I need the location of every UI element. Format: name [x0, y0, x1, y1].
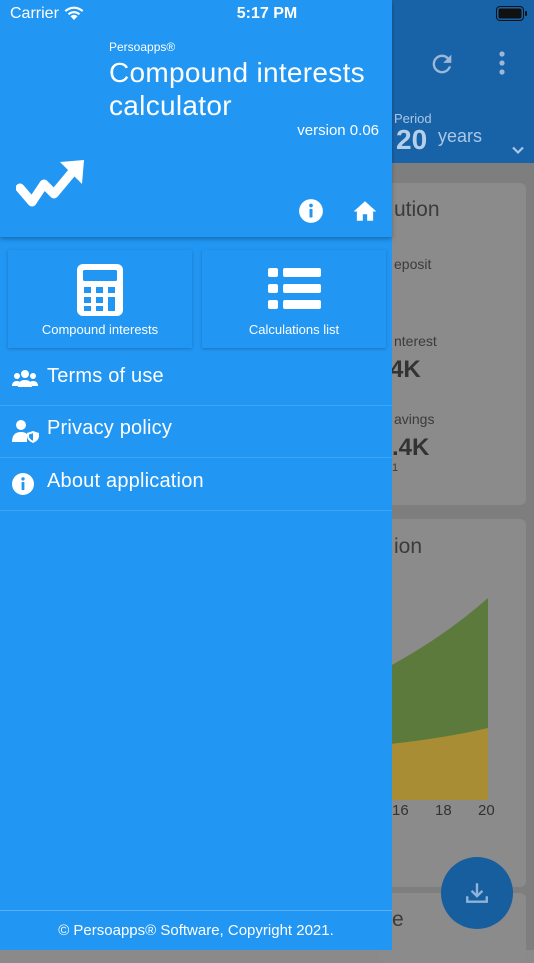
period-unit: years	[438, 126, 483, 146]
download-icon	[466, 883, 488, 903]
chevron-down-icon	[512, 146, 524, 155]
user-shield-icon	[12, 420, 39, 443]
battery-icon	[496, 6, 527, 21]
app-title-line: calculator	[109, 90, 232, 121]
menu-item-about-application[interactable]: About application	[0, 458, 392, 511]
background-card-label: avings	[394, 411, 435, 427]
version-label: version 0.06	[297, 122, 379, 139]
menu-label: Terms of use	[47, 365, 164, 387]
menu-item-privacy-policy[interactable]: Privacy policy	[0, 405, 392, 458]
status-bar: Carrier 5:17 PM	[0, 0, 534, 30]
axis-tick: 18	[435, 802, 452, 819]
app-title-line: Compound interests	[109, 57, 365, 88]
info-icon	[12, 473, 34, 495]
download-fab[interactable]	[441, 857, 513, 929]
background-card-title: e	[392, 908, 404, 931]
background-card-title: ion	[394, 535, 423, 558]
background-card-value: .4K	[392, 434, 430, 461]
list-icon	[268, 268, 321, 309]
copyright-text: © Persoapps® Software, Copyright 2021.	[58, 922, 334, 939]
info-icon-button[interactable]	[298, 198, 324, 224]
refresh-icon	[432, 54, 452, 74]
compound-interests-tile[interactable]: Compound interests	[8, 250, 192, 348]
tile-label: Calculations list	[248, 322, 340, 337]
background-card-label: nterest	[394, 333, 437, 349]
navigation-drawer: Persoapps® Compound interests calculator…	[0, 0, 392, 950]
axis-tick: 16	[392, 802, 409, 819]
drawer-footer: © Persoapps® Software, Copyright 2021.	[0, 910, 392, 951]
home-icon-button[interactable]	[352, 198, 378, 224]
status-time: 5:17 PM	[236, 5, 298, 22]
calculations-list-tile[interactable]: Calculations list	[202, 250, 386, 348]
background-card-subvalue: 1	[392, 462, 399, 474]
background-card-title: ution	[394, 198, 440, 221]
drawer-header: Persoapps® Compound interests calculator…	[0, 0, 392, 237]
app-title: Compound interests calculator	[109, 56, 389, 122]
axis-tick: 20	[478, 802, 495, 819]
calculator-icon	[77, 264, 123, 316]
menu-label: About application	[47, 470, 204, 492]
background-card-label: eposit	[394, 256, 432, 272]
background-card-value: 4K	[390, 356, 421, 383]
background-area-chart	[390, 598, 488, 800]
menu-item-terms-of-use[interactable]: Terms of use	[0, 353, 392, 406]
trending-up-logo-icon	[16, 160, 84, 207]
tile-label: Compound interests	[41, 322, 159, 337]
more-vert-icon	[499, 51, 505, 75]
menu-label: Privacy policy	[47, 417, 173, 439]
users-icon	[12, 370, 38, 387]
period-value: 20	[396, 124, 428, 155]
brand-label: Persoapps®	[109, 40, 176, 54]
